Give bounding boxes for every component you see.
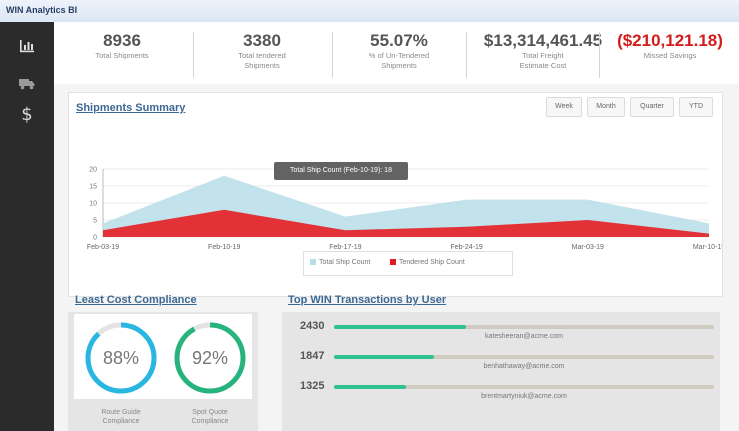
y-tick-label: 5 bbox=[93, 218, 97, 225]
x-tick-label: Feb-17-19 bbox=[329, 244, 361, 251]
x-tick-label: Feb-10-19 bbox=[208, 244, 240, 251]
kpi-total-shipments: 8936 Total Shipments bbox=[62, 31, 182, 61]
kpi-label: Total Freight bbox=[522, 51, 564, 60]
least-cost-compliance-panel: 88% 92% Route Guide Compliance Spot Quot… bbox=[68, 312, 258, 431]
kpi-label: Total Shipments bbox=[95, 51, 149, 60]
gauge-route-guide: 88% bbox=[83, 320, 159, 401]
sidebar-item-costs[interactable]: $ bbox=[0, 98, 54, 130]
legend-item-tendered[interactable]: Tendered Ship Count bbox=[390, 259, 465, 266]
gauge-label-line: Compliance bbox=[102, 418, 140, 425]
bar-fill bbox=[334, 385, 406, 389]
gauge-label-line: Spot Quote bbox=[192, 409, 228, 416]
kpi-value: 3380 bbox=[243, 31, 281, 50]
main-content: 8936 Total Shipments 3380 Total tendered… bbox=[54, 22, 739, 431]
y-tick-label: 0 bbox=[93, 235, 97, 242]
sidebar-item-shipments[interactable] bbox=[0, 68, 54, 100]
user-email: katesheeran@acme.com bbox=[485, 333, 563, 340]
kpi-divider bbox=[332, 32, 333, 78]
legend-label: Tendered Ship Count bbox=[399, 259, 465, 266]
y-tick-label: 15 bbox=[89, 184, 97, 191]
user-bar-row: 1325 brentmartyniuk@acme.com bbox=[282, 380, 720, 410]
kpi-strip: 8936 Total Shipments 3380 Total tendered… bbox=[54, 22, 739, 84]
shipments-summary-panel: Shipments Summary Week Month Quarter YTD… bbox=[68, 92, 723, 297]
least-cost-compliance-title: Least Cost Compliance bbox=[75, 294, 197, 306]
x-tick-label: Feb-24-19 bbox=[450, 244, 482, 251]
dollar-icon: $ bbox=[21, 103, 33, 125]
chart-tooltip: Total Ship Count (Feb-10-19): 18 bbox=[274, 162, 408, 180]
kpi-value: 55.07% bbox=[370, 31, 428, 50]
user-email: brentmartyniuk@acme.com bbox=[481, 393, 567, 400]
kpi-divider bbox=[193, 32, 194, 78]
truck-icon bbox=[19, 79, 35, 90]
gauge-label-line: Compliance bbox=[191, 418, 229, 425]
bar-track bbox=[334, 355, 714, 359]
kpi-value: ($210,121.18) bbox=[617, 31, 723, 50]
user-count: 2430 bbox=[300, 320, 325, 332]
app-title: WIN Analytics BI bbox=[6, 5, 78, 15]
kpi-missed-savings: ($210,121.18) Missed Savings bbox=[610, 31, 730, 61]
legend-swatch bbox=[310, 259, 316, 266]
kpi-label: Total tendered bbox=[238, 51, 286, 60]
title-bar: WIN Analytics BI bbox=[0, 0, 739, 23]
bar-track bbox=[334, 385, 714, 389]
top-win-panel: 2430 katesheeran@acme.com 1847 benhathaw… bbox=[282, 312, 720, 431]
user-bar-row: 1847 benhathaway@acme.com bbox=[282, 350, 720, 380]
y-tick-label: 20 bbox=[89, 167, 97, 174]
x-tick-label: Feb-03-19 bbox=[87, 244, 119, 251]
user-count: 1847 bbox=[300, 350, 325, 362]
sidebar-item-dashboard[interactable] bbox=[0, 30, 54, 62]
bar-fill bbox=[334, 355, 435, 359]
top-win-title: Top WIN Transactions by User bbox=[288, 294, 447, 306]
kpi-divider bbox=[599, 32, 600, 78]
kpi-label: Shipments bbox=[381, 61, 417, 70]
user-bar-row: 2430 katesheeran@acme.com bbox=[282, 320, 720, 350]
gauge-value: 88% bbox=[102, 348, 140, 368]
x-tick-label: Mar-10-19 bbox=[693, 244, 722, 251]
kpi-label: Missed Savings bbox=[643, 51, 697, 60]
kpi-untendered-pct: 55.07% % of Un-Tendered Shipments bbox=[339, 31, 459, 71]
sidebar: $ bbox=[0, 22, 54, 431]
legend-swatch bbox=[390, 259, 396, 266]
kpi-label: Estimate Cost bbox=[519, 61, 567, 70]
kpi-freight-cost: $13,314,461.45 Total Freight Estimate Co… bbox=[468, 31, 618, 71]
bar-chart-icon bbox=[20, 40, 34, 53]
kpi-tendered-shipments: 3380 Total tendered Shipments bbox=[202, 31, 322, 71]
x-tick-label: Mar-03-19 bbox=[572, 244, 604, 251]
kpi-label: % of Un-Tendered bbox=[368, 51, 430, 60]
user-count: 1325 bbox=[300, 380, 325, 392]
legend-item-total[interactable]: Total Ship Count bbox=[310, 259, 370, 266]
bar-track bbox=[334, 325, 714, 329]
gauge-value: 92% bbox=[191, 348, 229, 368]
y-tick-label: 10 bbox=[89, 201, 97, 208]
kpi-value: 8936 bbox=[103, 31, 141, 50]
user-email: benhathaway@acme.com bbox=[483, 363, 565, 370]
gauge-label-route-guide: Route Guide Compliance bbox=[86, 408, 156, 426]
gauge-label-line: Route Guide bbox=[101, 409, 141, 416]
kpi-label: Shipments bbox=[244, 61, 280, 70]
legend-label: Total Ship Count bbox=[319, 259, 371, 266]
bar-fill bbox=[334, 325, 466, 329]
gauge-spot-quote: 92% bbox=[172, 320, 248, 401]
chart-legend: Total Ship Count Tendered Ship Count bbox=[303, 251, 513, 276]
kpi-value: $13,314,461.45 bbox=[483, 31, 603, 50]
kpi-divider bbox=[466, 32, 467, 78]
gauge-label-spot-quote: Spot Quote Compliance bbox=[175, 408, 245, 426]
